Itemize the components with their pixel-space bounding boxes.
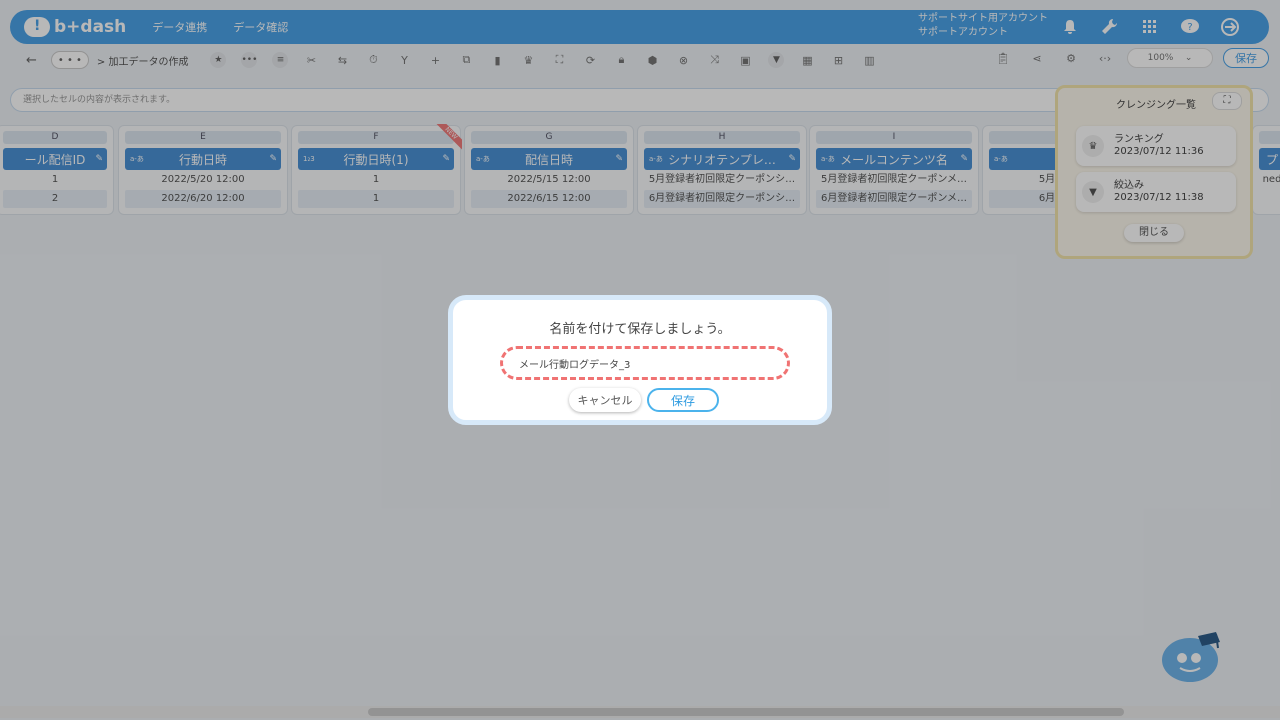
name-input[interactable] bbox=[500, 346, 790, 380]
save-button[interactable]: 保存 bbox=[647, 388, 719, 412]
save-dialog: 名前を付けて保存しましょう。 キャンセル 保存 bbox=[448, 295, 832, 425]
dialog-title: 名前を付けて保存しましょう。 bbox=[549, 322, 731, 337]
cancel-button[interactable]: キャンセル bbox=[569, 388, 641, 412]
